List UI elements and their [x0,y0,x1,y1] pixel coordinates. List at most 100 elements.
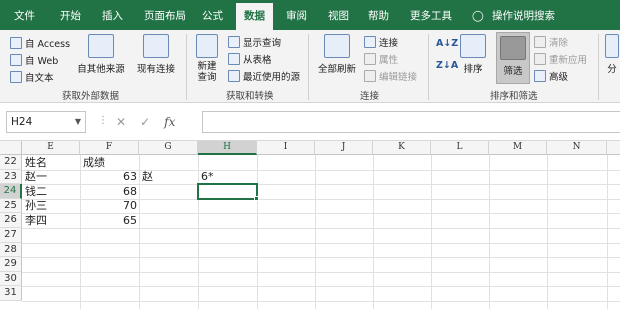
cell-E22[interactable]: 姓名 [25,156,47,170]
drag-handle-icon[interactable]: ⋮ [98,115,108,126]
row-header-23[interactable]: 23 [0,169,22,185]
column-header-M[interactable]: M [489,141,547,155]
sort-az-icon[interactable]: A↓Z [436,38,458,49]
gridline [22,286,620,288]
tab-more-tools[interactable]: 更多工具 [408,3,454,30]
table-icon [228,53,240,65]
connections-button[interactable]: 连接 [364,35,398,49]
worksheet-grid[interactable]: E F G H I J K L M N 22 23 24 25 26 27 28… [0,141,620,309]
connections-icon [364,36,376,48]
reapply-button[interactable]: 重新应用 [534,52,587,66]
column-header-G[interactable]: G [139,141,198,155]
column-header-K[interactable]: K [373,141,431,155]
sort-za-icon[interactable]: Z↓A [436,60,458,71]
from-access-button[interactable]: 自 Access [10,36,70,50]
gridline [22,242,620,244]
group-label-connections: 连接 [360,91,380,102]
cancel-icon[interactable]: ✕ [116,115,126,129]
tab-view[interactable]: 视图 [326,3,351,30]
clear-filter-button[interactable]: 清除 [534,35,568,49]
sort-button[interactable]: 排序 [458,34,488,75]
column-header-J[interactable]: J [315,141,373,155]
lightbulb-icon[interactable]: ◯ [470,3,486,30]
cell-F25[interactable]: 70 [80,199,137,213]
existing-connections-button[interactable]: 现有连接 [134,34,178,75]
new-query-button[interactable]: 新建 查询 [192,34,222,83]
tab-file[interactable]: 文件 [12,3,37,30]
row-header-29[interactable]: 29 [0,257,22,272]
tab-formulas[interactable]: 公式 [200,3,225,30]
cell-F23[interactable]: 63 [80,170,137,184]
filter-button[interactable]: 筛选 [496,32,530,84]
from-table-button[interactable]: 从表格 [228,52,272,66]
access-icon [10,37,22,49]
cell-F24[interactable]: 68 [80,185,137,199]
cell-E25[interactable]: 孙三 [25,199,47,213]
new-query-icon [196,34,218,58]
column-header-I[interactable]: I [257,141,315,155]
cell-F26[interactable]: 65 [80,214,137,228]
other-sources-button[interactable]: 自其他来源 [76,34,126,75]
properties-button[interactable]: 属性 [364,52,398,66]
row-header-27[interactable]: 27 [0,228,22,243]
group-label-get-transform: 获取和转换 [226,91,274,102]
advanced-filter-icon [534,70,546,82]
row-header-25[interactable]: 25 [0,198,22,214]
tab-page-layout[interactable]: 页面布局 [142,3,188,30]
cell-G23[interactable]: 赵 [142,170,153,184]
fill-handle[interactable] [254,196,259,201]
web-icon [10,54,22,66]
insert-function-icon[interactable]: fx [164,115,175,129]
cell-E24[interactable]: 钱二 [25,185,47,199]
split-button-partial[interactable]: 分 [604,34,620,75]
from-text-button[interactable]: 自文本 [10,70,54,84]
cell-E26[interactable]: 李四 [25,214,47,228]
tab-data[interactable]: 数据 [236,3,273,30]
row-header-26[interactable]: 26 [0,213,22,228]
column-header-H[interactable]: H [198,141,257,155]
tab-insert[interactable]: 插入 [100,3,125,30]
name-box[interactable]: H24 ▼ [6,111,86,133]
select-all-corner[interactable] [0,141,22,155]
advanced-filter-button[interactable]: 高级 [534,69,568,83]
gridline [315,155,316,309]
column-header-partial[interactable] [607,141,620,155]
tell-me-search[interactable]: 操作说明搜索 [490,3,557,30]
ribbon-separator [308,34,309,100]
ribbon-separator [186,34,187,100]
from-web-button[interactable]: 自 Web [10,53,58,67]
row-header-24[interactable]: 24 [0,184,22,199]
active-cell-H24[interactable] [197,183,258,200]
edit-links-button[interactable]: 编辑链接 [364,69,417,83]
tab-home[interactable]: 开始 [58,3,83,30]
row-header-31[interactable]: 31 [0,286,22,301]
tab-help[interactable]: 帮助 [366,3,391,30]
cell-E23[interactable]: 赵一 [25,170,47,184]
column-header-N[interactable]: N [547,141,607,155]
gridline [22,301,620,302]
column-header-E[interactable]: E [22,141,80,155]
ribbon: 自 Access 自 Web 自文本 自其他来源 现有连接 获取外部数据 新建 … [0,30,620,103]
show-queries-button[interactable]: 显示查询 [228,35,281,49]
column-header-F[interactable]: F [80,141,139,155]
formula-bar: H24 ▼ ⋮ ✕ ✓ fx [0,103,620,141]
tab-review[interactable]: 审阅 [284,3,309,30]
column-header-L[interactable]: L [431,141,489,155]
row-header-28[interactable]: 28 [0,242,22,258]
show-queries-icon [228,36,240,48]
formula-input[interactable] [202,111,620,133]
gridline [547,155,548,309]
row-header-22[interactable]: 22 [0,155,22,170]
ribbon-separator [598,34,599,100]
formula-buttons: ✕ ✓ fx [110,111,200,133]
cell-F22[interactable]: 成绩 [83,156,105,170]
refresh-icon [324,34,350,58]
refresh-all-button[interactable]: 全部刷新 [314,34,360,75]
cell-H23[interactable]: 6* [201,170,214,184]
row-header-30[interactable]: 30 [0,271,22,287]
enter-check-icon[interactable]: ✓ [140,115,150,129]
gridline [257,155,258,309]
recent-sources-button[interactable]: 最近使用的源 [228,69,300,83]
chevron-down-icon[interactable]: ▼ [75,112,81,132]
gridline [22,257,620,259]
